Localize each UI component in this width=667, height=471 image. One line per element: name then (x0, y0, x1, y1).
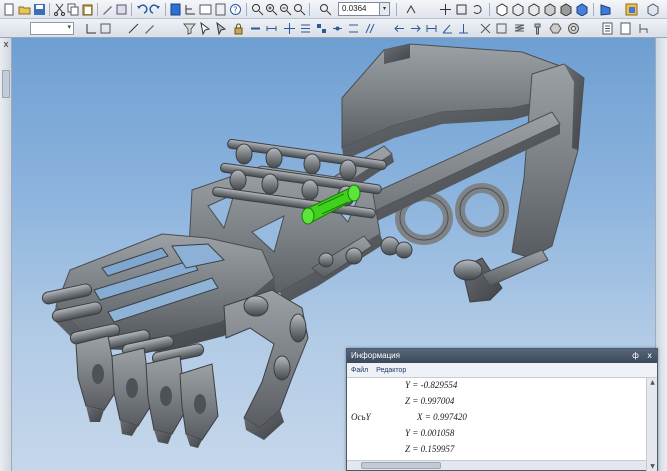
library-icon[interactable] (114, 2, 129, 17)
hidden-lines-icon[interactable] (526, 2, 541, 17)
info-axis-label: ОсьY (351, 412, 371, 422)
arrow-left-icon[interactable] (392, 21, 407, 36)
arrow-right-icon[interactable] (408, 21, 423, 36)
analysis-icon[interactable] (478, 21, 493, 36)
zoom-scale-field[interactable]: 0.0364 (338, 2, 380, 16)
rotate-axis-icon[interactable] (404, 2, 419, 17)
info-line-1: Y = -0.829554 (405, 380, 458, 390)
zoom-in-icon[interactable] (250, 2, 265, 17)
new-file-icon[interactable] (2, 2, 17, 17)
snap-icon[interactable] (98, 21, 113, 36)
lock-icon[interactable] (231, 21, 246, 36)
spec-icon[interactable] (618, 21, 633, 36)
left-panel-strip (0, 38, 12, 471)
zoom-out-icon[interactable] (278, 2, 293, 17)
layer-combo[interactable] (30, 22, 74, 35)
settings-icon[interactable] (645, 2, 660, 17)
info-panel-text[interactable]: Y = -0.829554 Z = 0.997004 ОсьY X = 0.99… (347, 378, 657, 460)
group-icon[interactable] (314, 21, 329, 36)
info-line-4: Y = 0.001058 (405, 428, 455, 438)
color-icon[interactable] (624, 2, 639, 17)
close-icon[interactable]: x (647, 349, 652, 363)
washer-icon[interactable] (566, 21, 581, 36)
deselect-icon[interactable] (214, 21, 229, 36)
mate-icon[interactable] (330, 21, 345, 36)
view-orientation-icon[interactable] (494, 2, 509, 17)
section-icon[interactable] (494, 21, 509, 36)
undo-icon[interactable] (134, 2, 149, 17)
spring-icon[interactable] (512, 21, 527, 36)
move-icon[interactable] (282, 21, 297, 36)
pan-icon[interactable] (438, 2, 453, 17)
component-icon[interactable] (168, 2, 183, 17)
report-icon[interactable] (600, 21, 615, 36)
save-icon[interactable] (32, 2, 47, 17)
info-line-5: Z = 0.159957 (405, 444, 455, 454)
copy-icon[interactable] (66, 2, 81, 17)
svg-text:?: ? (233, 6, 237, 15)
rear-ring-right (455, 183, 509, 237)
info-vertical-scrollbar[interactable]: ▲ ▼ (646, 378, 657, 471)
info-panel-titlebar[interactable]: Информация ф x (347, 349, 657, 363)
paste-icon[interactable] (80, 2, 95, 17)
wireframe-icon[interactable] (510, 2, 525, 17)
coincidence-icon[interactable] (346, 21, 361, 36)
info-panel-title: Информация (351, 351, 400, 360)
side-panel-tab[interactable] (2, 70, 10, 98)
shaded-icon[interactable] (558, 2, 573, 17)
zoom-scale-icon[interactable] (318, 2, 333, 17)
zoom-window-icon[interactable] (264, 2, 279, 17)
redo-icon[interactable] (148, 2, 163, 17)
side-close-button[interactable]: x (1, 40, 11, 50)
pin-icon[interactable]: ф (632, 349, 639, 363)
constraint-icon[interactable] (248, 21, 263, 36)
select-icon[interactable] (198, 21, 213, 36)
info-horizontal-scrollbar[interactable] (347, 460, 647, 470)
help-icon[interactable]: ? (228, 2, 243, 17)
zoom-scale-dropdown[interactable]: ▾ (380, 2, 390, 16)
main-toolbar: ? 0.0364 ▾ (0, 0, 667, 19)
info-panel-menubar: Файл Редактор (347, 363, 657, 378)
menu-file[interactable]: Файл (351, 367, 368, 374)
parallel-icon[interactable] (362, 21, 377, 36)
scroll-down-icon[interactable]: ▼ (647, 463, 658, 470)
thin-lines-icon[interactable] (542, 2, 557, 17)
zoom-prev-icon[interactable] (292, 2, 307, 17)
rotate-icon[interactable] (470, 2, 485, 17)
measure-icon[interactable] (126, 21, 141, 36)
properties-icon[interactable] (100, 2, 115, 17)
dimension-icon[interactable] (264, 21, 279, 36)
align-icon[interactable] (298, 21, 313, 36)
perspective-icon[interactable] (598, 2, 613, 17)
filter-icon[interactable] (182, 21, 197, 36)
angle-icon[interactable] (440, 21, 455, 36)
bolt-icon[interactable] (530, 21, 545, 36)
shaded-edges-icon[interactable] (574, 2, 589, 17)
scroll-thumb[interactable] (361, 462, 441, 469)
open-folder-icon[interactable] (17, 2, 32, 17)
fix-icon[interactable] (456, 21, 471, 36)
distance-icon[interactable] (424, 21, 439, 36)
info-line-2: Z = 0.997004 (405, 396, 455, 406)
nut-icon[interactable] (548, 21, 563, 36)
info-line-3: X = 0.997420 (417, 412, 467, 422)
chair-icon[interactable] (636, 21, 651, 36)
cut-icon[interactable] (52, 2, 67, 17)
info-panel: Информация ф x Файл Редактор Y = -0.8295… (346, 348, 658, 471)
menu-editor[interactable]: Редактор (376, 367, 406, 374)
thumb-clamp (223, 289, 309, 440)
sketch-mode-icon[interactable] (84, 21, 99, 36)
tree-icon[interactable] (183, 2, 198, 17)
edit-icon[interactable] (142, 21, 157, 36)
zoom-all-icon[interactable] (454, 2, 469, 17)
sketch-icon[interactable] (198, 2, 213, 17)
scroll-up-icon[interactable]: ▲ (647, 379, 658, 386)
calc-icon[interactable] (213, 2, 228, 17)
